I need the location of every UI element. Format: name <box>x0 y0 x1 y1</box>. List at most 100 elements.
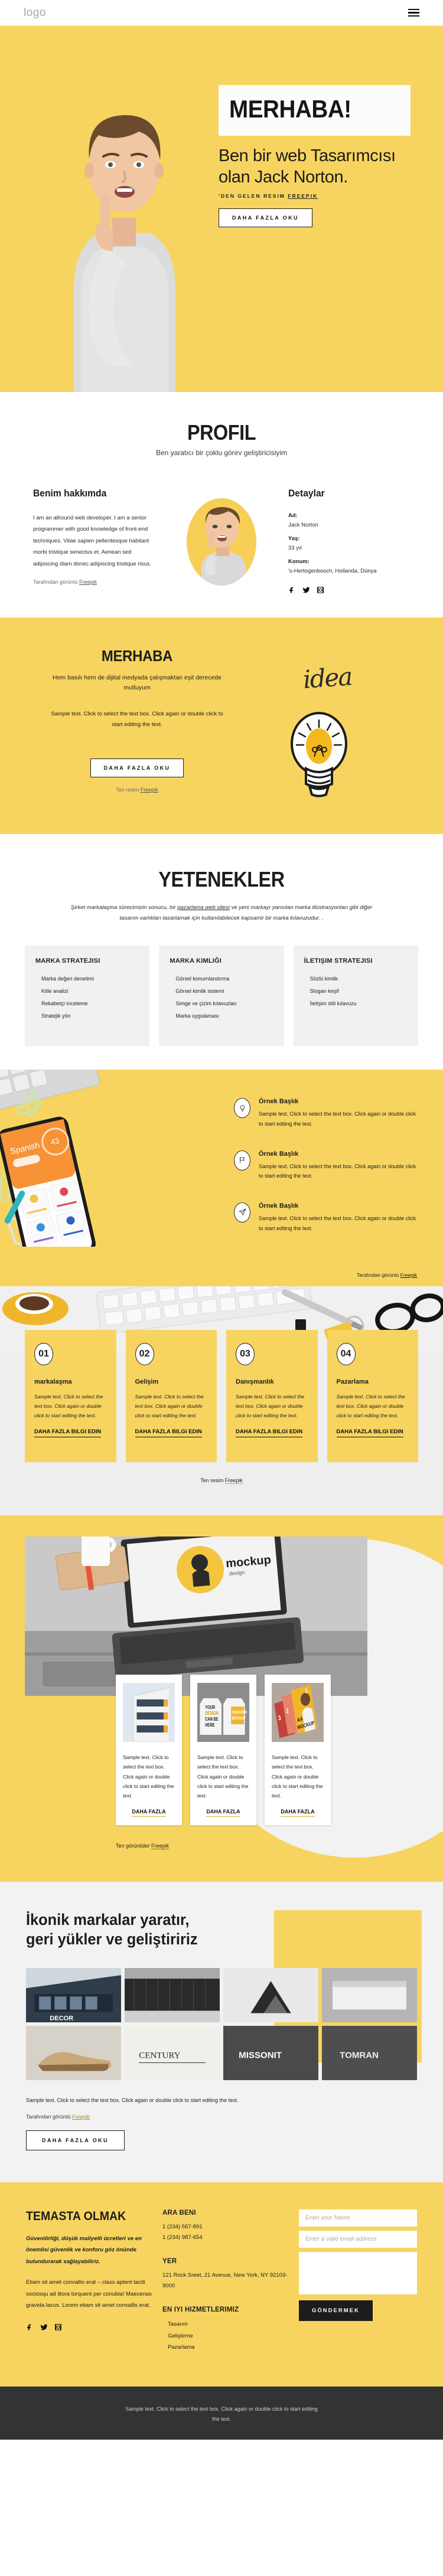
feature-item: Örnek Başlık Sample text. Click to selec… <box>234 1150 419 1181</box>
portfolio-section: mockup design Sample text. Click to sele… <box>0 1515 443 1882</box>
list-item: Rekabetçi inceleme <box>41 1001 88 1007</box>
features-credit: Tarafından görüntü Freepik <box>0 1272 443 1286</box>
hello-credit-link[interactable]: Freepik <box>141 787 158 793</box>
hero-credit: 'DEN GELEN RESIM FREEPIK <box>219 193 413 199</box>
step-cta-link[interactable]: DAHA FAZLA BILGI EDIN <box>236 1428 303 1438</box>
portfolio-card: YOUR DESIGN CAN BE HERE SWEATER MOCKUP Samp… <box>190 1675 256 1826</box>
portfolio-credit-link[interactable]: Freepik <box>151 1843 170 1850</box>
detail-item: Konum: 's-Hertogenbosch, Hollanda, Dünya <box>288 558 410 574</box>
phone-desk-photo: 43 Spanish <box>0 1070 177 1247</box>
steps-section: 01 markalaşma Sample text. Click to sele… <box>0 1286 443 1516</box>
detail-item: Yaş: 33 yıl <box>288 535 410 551</box>
list-item: Görsel konumlandırma <box>175 975 230 982</box>
steps-credit-link[interactable]: Freepik <box>224 1477 243 1485</box>
portfolio-cta-link[interactable]: DAHA FAZLA <box>123 1809 175 1817</box>
list-item: Kitle analizi <box>41 988 69 994</box>
step-body: Sample text. Click to select the text bo… <box>336 1394 405 1418</box>
hero-copy: MERHABA! Ben bir web Tasarımcısı olan Ja… <box>219 85 413 228</box>
list-item: Pazarlama <box>168 2344 195 2351</box>
instagram-icon[interactable] <box>317 586 324 594</box>
svg-text:YOUR: YOUR <box>205 1706 215 1711</box>
hamburger-menu-icon[interactable] <box>408 8 419 17</box>
about-column: Benim hakkımda I am an allround web deve… <box>33 488 155 585</box>
portfolio-cards: Sample text. Click to select the text bo… <box>0 1515 443 1826</box>
feature-body: Sample text. Click to select the text bo… <box>259 1163 416 1179</box>
list-item: Stratejik yön <box>41 1013 71 1019</box>
details-heading: Detaylar <box>288 488 325 499</box>
brands-headline: İkonik markalar yaratır, geri yükler ve … <box>26 1911 198 1948</box>
portfolio-card: A4 MOCKUP 3 2 1 Sample text. Click to se… <box>265 1675 331 1826</box>
name-input[interactable] <box>299 2209 417 2227</box>
profile-section: PROFIL Ben yaratıcı bir çoklu görev geli… <box>0 392 443 617</box>
svg-text:MISSONIT: MISSONIT <box>239 2050 282 2060</box>
list-item: Simge ve çizim kılavuzları <box>175 1001 237 1007</box>
hello-tagline: Hem basılı hem de dijital medyada çalışm… <box>53 674 222 692</box>
skills-description: Şirket markalaşma sürecimizin sonucu, bi… <box>62 903 381 924</box>
skills-desc-link[interactable]: pazarlama web sitesi <box>177 904 230 911</box>
about-heading: Benim hakkımda <box>33 488 107 499</box>
features-section: 43 Spanish Örnek Başlık Sample text. Cli… <box>0 1070 443 1287</box>
skill-card: MARKA STRATEJISI Marka değeri denetimi K… <box>25 945 150 1047</box>
paper-plane-icon <box>234 1202 250 1222</box>
steps-credit: Ten resim Freepik <box>0 1477 443 1485</box>
svg-text:MOCKUP: MOCKUP <box>232 1717 246 1721</box>
idea-handwriting-text: idea <box>302 662 353 694</box>
portfolio-cta-link[interactable]: DAHA FAZLA <box>272 1809 324 1817</box>
brands-cta-button[interactable]: DAHA FAZLA OKU <box>26 2130 125 2150</box>
hello-cta-button[interactable]: DAHA FAZLA OKU <box>90 758 184 777</box>
brands-section: İkonik markalar yaratır, geri yükler ve … <box>0 1882 443 2182</box>
instagram-icon[interactable] <box>54 2323 62 2331</box>
hero-credit-link[interactable]: FREEPIK <box>288 193 318 199</box>
skill-card-list: Marka değeri denetimi Kitle analizi Reka… <box>35 973 139 1023</box>
portfolio-cta-link[interactable]: DAHA FAZLA <box>197 1809 249 1817</box>
step-cta-link[interactable]: DAHA FAZLA BILGI EDIN <box>336 1428 403 1438</box>
sweater-mockup-thumbnail: YOURDESIGN CAN BE HERE SWEATER MOCKUP <box>197 1683 249 1743</box>
details-column: Detaylar Ad: Jack Norton Yaş: 33 yıl Kon… <box>288 488 410 594</box>
step-number-badge: 04 <box>336 1343 356 1366</box>
brands-credit: Tarafından görüntü Freepik <box>26 2114 417 2120</box>
step-cta-link[interactable]: DAHA FAZLA BILGI EDIN <box>34 1428 102 1438</box>
step-card: 04 Pazarlama Sample text. Click to selec… <box>327 1330 418 1463</box>
list-item: Slogan keşif <box>310 988 339 994</box>
feature-text: Örnek Başlık Sample text. Click to selec… <box>259 1150 419 1181</box>
detail-label-location: Konum: <box>288 558 310 565</box>
step-body: Sample text. Click to select the text bo… <box>135 1394 204 1418</box>
step-cta-link[interactable]: DAHA FAZLA BILGI EDIN <box>135 1428 202 1438</box>
steps-grid: 01 markalaşma Sample text. Click to sele… <box>0 1330 443 1463</box>
hello-section: MERHABA Hem basılı hem de dijital medyad… <box>0 617 443 834</box>
hello-credit-text: Ten resim <box>116 786 141 793</box>
skill-card-list: Görsel konumlandırma Görsel kimlik siste… <box>170 973 273 1023</box>
step-card: 01 markalaşma Sample text. Click to sele… <box>25 1330 116 1463</box>
twitter-icon[interactable] <box>40 2323 48 2331</box>
contact-section: TEMASTA OLMAK Güvenilirliği, düşük maliy… <box>0 2182 443 2387</box>
hello-title: MERHABA <box>101 647 173 665</box>
step-title: Pazarlama <box>336 1378 369 1386</box>
svg-text:CAN BE: CAN BE <box>205 1718 219 1722</box>
lightbulb-illustration <box>291 712 347 797</box>
address-value: 121 Rock Sreet, 21 Avenue, New York, NY … <box>162 2272 288 2289</box>
contact-form: GÖNDERMEK <box>299 2209 417 2353</box>
feature-item: Örnek Başlık Sample text. Click to selec… <box>234 1098 419 1129</box>
detail-value-age: 33 yıl <box>288 545 302 551</box>
hello-credit: Ten resim Freepik <box>48 787 226 793</box>
logo[interactable]: logo <box>24 6 46 19</box>
email-input[interactable] <box>299 2230 417 2248</box>
brands-credit-link[interactable]: Freepik <box>72 2114 90 2120</box>
hero-badge-text: MERHABA! <box>229 95 351 123</box>
footer-text: Sample text. Click to select the text bo… <box>125 2405 318 2422</box>
features-credit-link[interactable]: Freepik <box>400 1272 417 1278</box>
hero-cta-button[interactable]: DAHA FAZLA OKU <box>219 208 312 228</box>
skill-card-list: Sözlü kimlik Slogan keşif İletişim stili… <box>304 973 408 1010</box>
flag-icon <box>234 1150 250 1171</box>
message-textarea[interactable] <box>299 2251 417 2294</box>
facebook-icon[interactable] <box>288 586 296 594</box>
contact-info-column: ARA BENI 1 (234) 567-891 1 (234) 987-654… <box>162 2209 289 2353</box>
flyer-mockup-thumbnail: A4 MOCKUP 3 2 1 <box>272 1683 324 1743</box>
facebook-icon[interactable] <box>26 2323 34 2331</box>
brand-image-tomran: TOMRAN <box>322 2025 417 2081</box>
twitter-icon[interactable] <box>302 586 310 594</box>
submit-button[interactable]: GÖNDERMEK <box>299 2300 373 2321</box>
phone-numbers: 1 (234) 567-891 1 (234) 987-654 <box>162 2223 203 2241</box>
about-credit-link[interactable]: Freepik <box>79 579 97 585</box>
detail-item: Ad: Jack Norton <box>288 512 410 528</box>
